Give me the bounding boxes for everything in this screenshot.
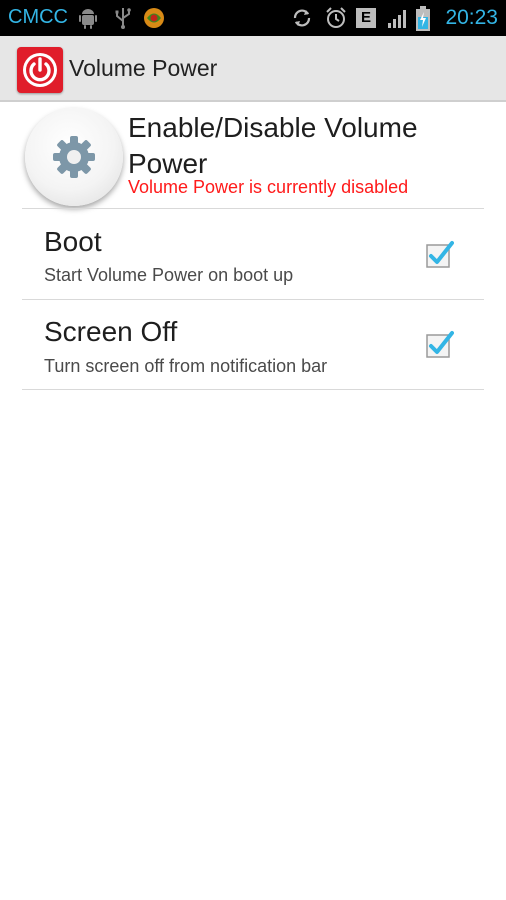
carrier-label: CMCC (8, 6, 68, 28)
enable-toggle-button[interactable] (25, 108, 123, 206)
usb-icon (111, 6, 135, 30)
android-icon (76, 6, 100, 30)
checkbox-screen-off[interactable] (424, 330, 454, 360)
sync-icon (290, 6, 314, 30)
action-bar: Volume Power (0, 36, 506, 102)
divider (22, 208, 484, 209)
divider (22, 389, 484, 390)
gear-icon (53, 136, 95, 178)
screen: CMCC E 20:23 Volume Power Enable/Disable… (0, 0, 506, 900)
signal-icon (386, 6, 410, 30)
pref-title-boot: Boot (44, 226, 102, 257)
power-icon[interactable] (17, 47, 63, 93)
network-type-icon: E (356, 8, 376, 28)
network-type-label: E (360, 9, 371, 26)
app-notification-icon (142, 6, 166, 30)
pref-summary-screen-off: Turn screen off from notification bar (44, 356, 328, 376)
pref-title-screen-off: Screen Off (44, 316, 178, 347)
pref-summary-boot: Start Volume Power on boot up (44, 265, 294, 285)
clock: 20:23 (445, 6, 498, 29)
status-bar: CMCC E 20:23 (0, 0, 506, 36)
divider (22, 299, 484, 300)
master-title[interactable]: Enable/Disable Volume Power (128, 110, 498, 182)
alarm-icon (324, 6, 348, 30)
battery-charging-icon (414, 6, 438, 31)
app-title: Volume Power (69, 55, 218, 81)
checkbox-boot[interactable] (424, 240, 454, 270)
master-status: Volume Power is currently disabled (128, 177, 409, 197)
